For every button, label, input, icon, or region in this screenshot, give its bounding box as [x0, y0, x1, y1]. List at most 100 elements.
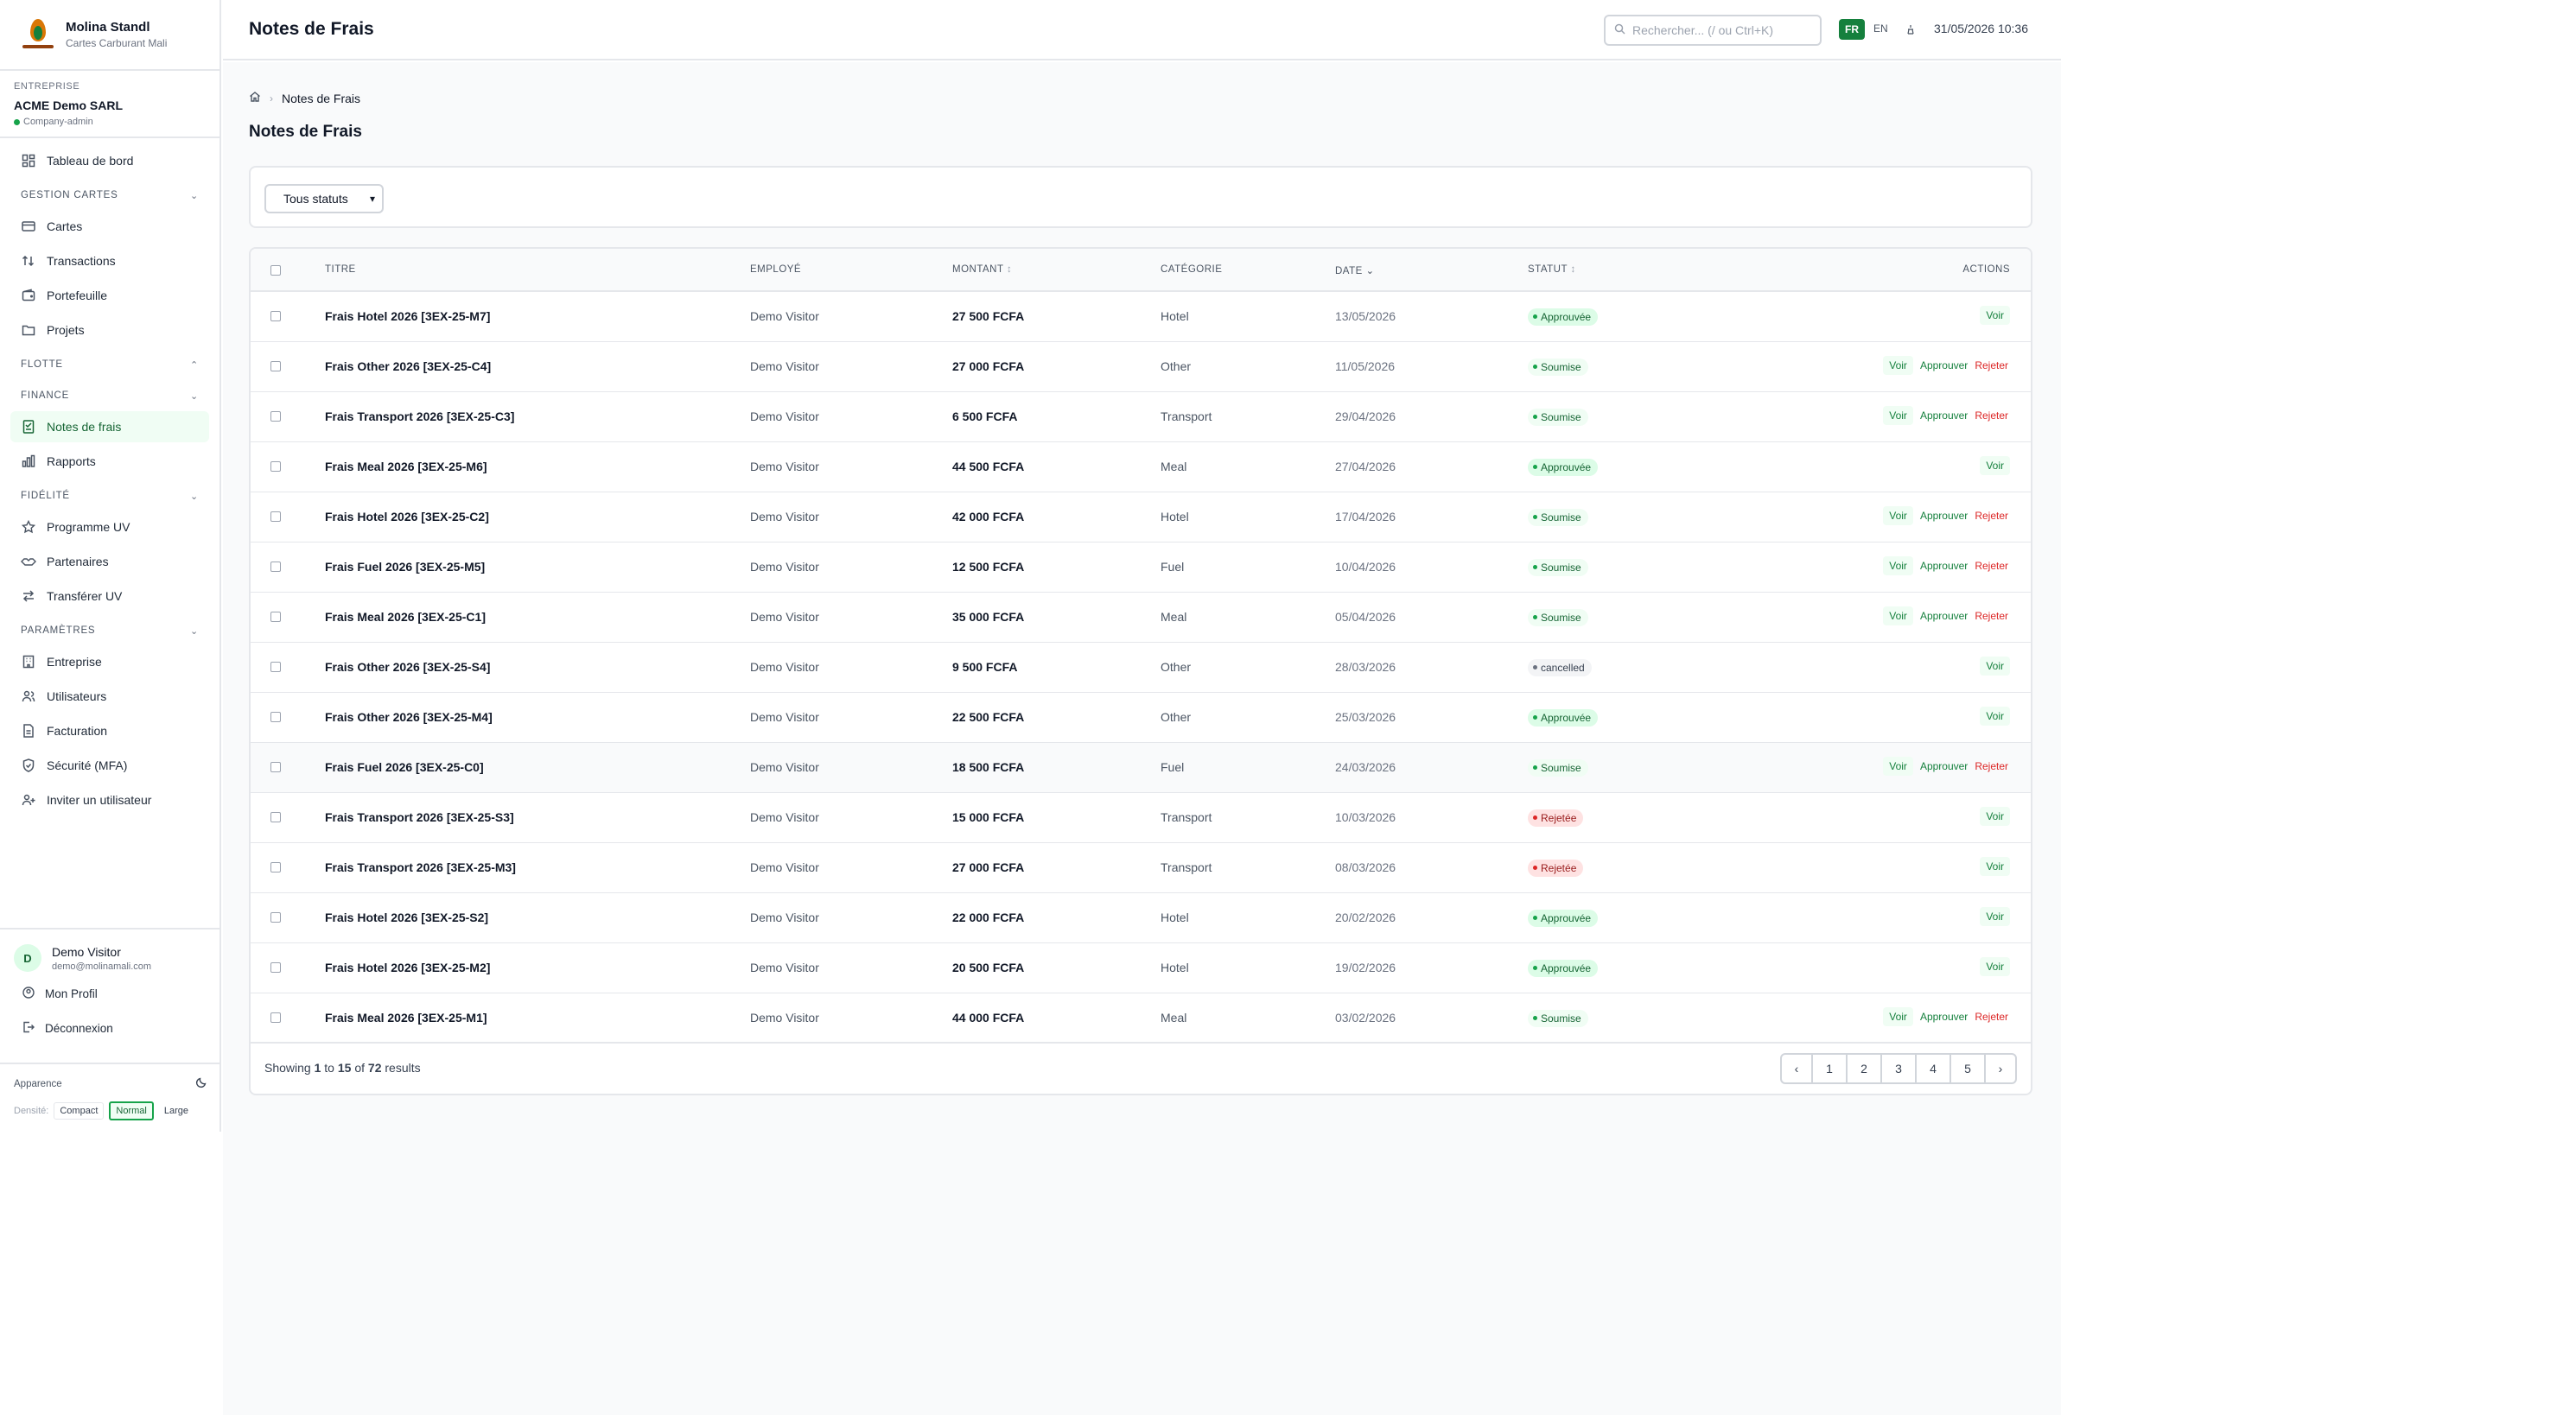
row-checkbox[interactable]	[270, 712, 281, 722]
page-button[interactable]: 3	[1880, 1053, 1917, 1084]
section-loyalty-toggle[interactable]: FIDÉLITÉ ⌄	[10, 480, 209, 511]
moon-icon[interactable]	[195, 1076, 207, 1091]
status-filter-select[interactable]: Tous statuts ▾	[264, 184, 384, 213]
view-button[interactable]: Voir	[1883, 556, 1913, 575]
section-cards-toggle[interactable]: GESTION CARTES ⌄	[10, 180, 209, 211]
reject-button[interactable]: Rejeter	[1973, 506, 2010, 525]
view-button[interactable]: Voir	[1980, 456, 2010, 475]
table-row[interactable]: Frais Other 2026 [3EX-25-S4] Demo Visitor…	[251, 643, 2031, 693]
col-title[interactable]: TITRE	[325, 264, 356, 275]
reject-button[interactable]: Rejeter	[1973, 1007, 2010, 1026]
view-button[interactable]: Voir	[1980, 957, 2010, 976]
table-row[interactable]: Frais Transport 2026 [3EX-25-S3] Demo Vis…	[251, 793, 2031, 843]
row-checkbox[interactable]	[270, 562, 281, 572]
col-category[interactable]: CATÉGORIE	[1161, 264, 1222, 275]
table-row[interactable]: Frais Transport 2026 [3EX-25-M3] Demo Vis…	[251, 843, 2031, 893]
sidebar-item-company[interactable]: Entreprise	[10, 646, 209, 677]
prev-page-button[interactable]: ‹	[1780, 1053, 1813, 1084]
col-status[interactable]: STATUT ↕	[1528, 264, 1576, 275]
table-row[interactable]: Frais Transport 2026 [3EX-25-C3] Demo Vis…	[251, 392, 2031, 442]
view-button[interactable]: Voir	[1883, 757, 1913, 776]
row-checkbox[interactable]	[270, 812, 281, 822]
row-checkbox[interactable]	[270, 862, 281, 872]
user-card[interactable]: D Demo Visitor demo@molinamali.com	[14, 940, 207, 976]
table-row[interactable]: Frais Other 2026 [3EX-25-M4] Demo Visitor…	[251, 693, 2031, 743]
approve-button[interactable]: Approuver	[1917, 1007, 1971, 1026]
view-button[interactable]: Voir	[1980, 857, 2010, 876]
row-checkbox[interactable]	[270, 411, 281, 422]
section-settings-toggle[interactable]: PARAMÈTRES ⌄	[10, 615, 209, 646]
table-row[interactable]: Frais Other 2026 [3EX-25-C4] Demo Visitor…	[251, 342, 2031, 392]
sidebar-item-billing[interactable]: Facturation	[10, 715, 209, 746]
section-fleet-toggle[interactable]: FLOTTE ⌃	[10, 349, 209, 380]
approve-button[interactable]: Approuver	[1917, 606, 1971, 625]
row-checkbox[interactable]	[270, 662, 281, 672]
search-input[interactable]: Rechercher... (/ ou Ctrl+K)	[1604, 15, 1822, 46]
sidebar-item-uv-transfer[interactable]: Transférer UV	[10, 581, 209, 612]
table-row[interactable]: Frais Hotel 2026 [3EX-25-M2] Demo Visitor…	[251, 943, 2031, 993]
reject-button[interactable]: Rejeter	[1973, 606, 2010, 625]
approve-button[interactable]: Approuver	[1917, 406, 1971, 425]
sidebar-item-uv-program[interactable]: Programme UV	[10, 511, 209, 543]
row-checkbox[interactable]	[270, 962, 281, 973]
view-button[interactable]: Voir	[1883, 506, 1913, 525]
logout-link[interactable]: Déconnexion	[14, 1011, 207, 1045]
lang-en-button[interactable]: EN	[1873, 22, 1888, 35]
section-finance-toggle[interactable]: FINANCE ⌄	[10, 380, 209, 411]
page-button[interactable]: 5	[1949, 1053, 1986, 1084]
lang-fr-button[interactable]: FR	[1839, 19, 1865, 40]
select-all-checkbox[interactable]	[270, 265, 281, 276]
sidebar-item-cards[interactable]: Cartes	[10, 211, 209, 242]
row-checkbox[interactable]	[270, 311, 281, 321]
sidebar-item-wallet[interactable]: Portefeuille	[10, 280, 209, 311]
next-page-button[interactable]: ›	[1984, 1053, 2017, 1084]
home-icon[interactable]	[249, 91, 261, 105]
view-button[interactable]: Voir	[1883, 1007, 1913, 1026]
approve-button[interactable]: Approuver	[1917, 757, 1971, 776]
row-checkbox[interactable]	[270, 461, 281, 472]
sidebar-item-reports[interactable]: Rapports	[10, 446, 209, 477]
reject-button[interactable]: Rejeter	[1973, 356, 2010, 375]
page-button[interactable]: 2	[1846, 1053, 1882, 1084]
approve-button[interactable]: Approuver	[1917, 506, 1971, 525]
sidebar-item-expenses[interactable]: Notes de frais	[10, 411, 209, 442]
sidebar-item-partners[interactable]: Partenaires	[10, 546, 209, 577]
sidebar-item-transactions[interactable]: Transactions	[10, 245, 209, 276]
table-row[interactable]: Frais Fuel 2026 [3EX-25-M5] Demo Visitor 1…	[251, 543, 2031, 593]
timezone-icon[interactable]	[1906, 24, 1915, 37]
reject-button[interactable]: Rejeter	[1973, 406, 2010, 425]
sidebar-item-users[interactable]: Utilisateurs	[10, 681, 209, 712]
view-button[interactable]: Voir	[1980, 707, 2010, 726]
sidebar-item-security[interactable]: Sécurité (MFA)	[10, 750, 209, 781]
table-row[interactable]: Frais Hotel 2026 [3EX-25-C2] Demo Visitor…	[251, 492, 2031, 543]
row-checkbox[interactable]	[270, 511, 281, 522]
row-checkbox[interactable]	[270, 361, 281, 371]
table-row[interactable]: Frais Fuel 2026 [3EX-25-C0] Demo Visitor 1…	[251, 743, 2031, 793]
reject-button[interactable]: Rejeter	[1973, 757, 2010, 776]
table-row[interactable]: Frais Meal 2026 [3EX-25-M1] Demo Visitor 4…	[251, 993, 2031, 1044]
row-checkbox[interactable]	[270, 912, 281, 923]
row-checkbox[interactable]	[270, 762, 281, 772]
page-button[interactable]: 1	[1811, 1053, 1848, 1084]
view-button[interactable]: Voir	[1980, 807, 2010, 826]
col-employee[interactable]: EMPLOYÉ	[750, 264, 801, 275]
col-date[interactable]: DATE ⌄	[1335, 264, 1375, 276]
row-checkbox[interactable]	[270, 1012, 281, 1023]
view-button[interactable]: Voir	[1980, 657, 2010, 676]
table-row[interactable]: Frais Hotel 2026 [3EX-25-M7] Demo Visitor…	[251, 292, 2031, 342]
approve-button[interactable]: Approuver	[1917, 356, 1971, 375]
reject-button[interactable]: Rejeter	[1973, 556, 2010, 575]
approve-button[interactable]: Approuver	[1917, 556, 1971, 575]
table-row[interactable]: Frais Hotel 2026 [3EX-25-S2] Demo Visitor…	[251, 893, 2031, 943]
view-button[interactable]: Voir	[1883, 356, 1913, 375]
view-button[interactable]: Voir	[1883, 406, 1913, 425]
sidebar-item-invite[interactable]: Inviter un utilisateur	[10, 784, 209, 815]
density-normal-button[interactable]: Normal	[109, 1101, 154, 1120]
table-row[interactable]: Frais Meal 2026 [3EX-25-C1] Demo Visitor 3…	[251, 593, 2031, 643]
density-large-button[interactable]: Large	[159, 1103, 194, 1119]
page-button[interactable]: 4	[1915, 1053, 1951, 1084]
view-button[interactable]: Voir	[1980, 306, 2010, 325]
density-compact-button[interactable]: Compact	[54, 1102, 105, 1120]
brand[interactable]: Molina Standl Cartes Carburant Mali	[0, 0, 219, 71]
table-row[interactable]: Frais Meal 2026 [3EX-25-M6] Demo Visitor 4…	[251, 442, 2031, 492]
